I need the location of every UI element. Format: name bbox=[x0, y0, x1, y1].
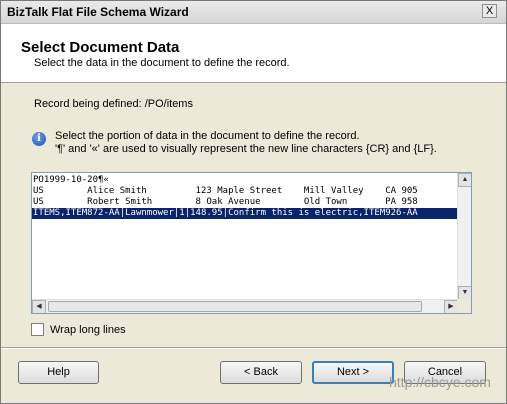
title-bar: BizTalk Flat File Schema Wizard X bbox=[1, 1, 506, 24]
wrap-long-lines-label[interactable]: Wrap long lines bbox=[50, 324, 126, 336]
help-button[interactable]: Help bbox=[18, 361, 99, 384]
horizontal-scroll-thumb[interactable] bbox=[48, 301, 422, 312]
wizard-header: Select Document Data Select the data in … bbox=[1, 24, 506, 83]
document-line[interactable]: US Robert Smith 8 Oak Avenue Old Town PA… bbox=[33, 197, 418, 208]
info-icon: i bbox=[32, 132, 46, 146]
window-title: BizTalk Flat File Schema Wizard bbox=[7, 5, 189, 19]
next-button[interactable]: Next > bbox=[312, 361, 394, 384]
wizard-window: BizTalk Flat File Schema Wizard X Select… bbox=[0, 0, 507, 404]
info-text-line-1: Select the portion of data in the docume… bbox=[55, 130, 360, 142]
document-text-area[interactable]: PO1999-10-20¶« US Alice Smith 123 Maple … bbox=[32, 173, 458, 300]
scroll-left-arrow-icon[interactable]: ◀ bbox=[32, 300, 46, 313]
watermark-text: http://cbcye.com bbox=[389, 374, 491, 390]
page-title: Select Document Data bbox=[21, 39, 180, 56]
page-subtitle: Select the data in the document to defin… bbox=[34, 57, 290, 69]
scroll-right-arrow-icon[interactable]: ▶ bbox=[444, 300, 458, 313]
info-text-line-2: '¶' and '«' are used to visually represe… bbox=[55, 143, 437, 155]
button-separator bbox=[1, 347, 506, 349]
scroll-down-arrow-icon[interactable]: ▼ bbox=[458, 286, 471, 300]
scroll-up-arrow-icon[interactable]: ▲ bbox=[458, 173, 471, 187]
wrap-long-lines-checkbox[interactable] bbox=[31, 323, 44, 336]
vertical-scrollbar[interactable]: ▲ ▼ bbox=[457, 173, 471, 300]
document-data-pane[interactable]: PO1999-10-20¶« US Alice Smith 123 Maple … bbox=[31, 172, 472, 314]
back-button[interactable]: < Back bbox=[220, 361, 302, 384]
close-button[interactable]: X bbox=[482, 4, 497, 18]
document-line[interactable]: US Alice Smith 123 Maple Street Mill Val… bbox=[33, 186, 418, 197]
record-defined-label: Record being defined: /PO/items bbox=[34, 98, 193, 110]
horizontal-scrollbar[interactable]: ◀ ▶ bbox=[32, 299, 458, 313]
scrollbar-corner bbox=[457, 299, 471, 313]
document-line-selected[interactable]: ITEMS,ITEM872-AA|Lawnmower|1|148.95|Conf… bbox=[32, 208, 458, 219]
vertical-scroll-track[interactable] bbox=[459, 189, 470, 284]
document-line[interactable]: PO1999-10-20¶« bbox=[33, 175, 109, 186]
